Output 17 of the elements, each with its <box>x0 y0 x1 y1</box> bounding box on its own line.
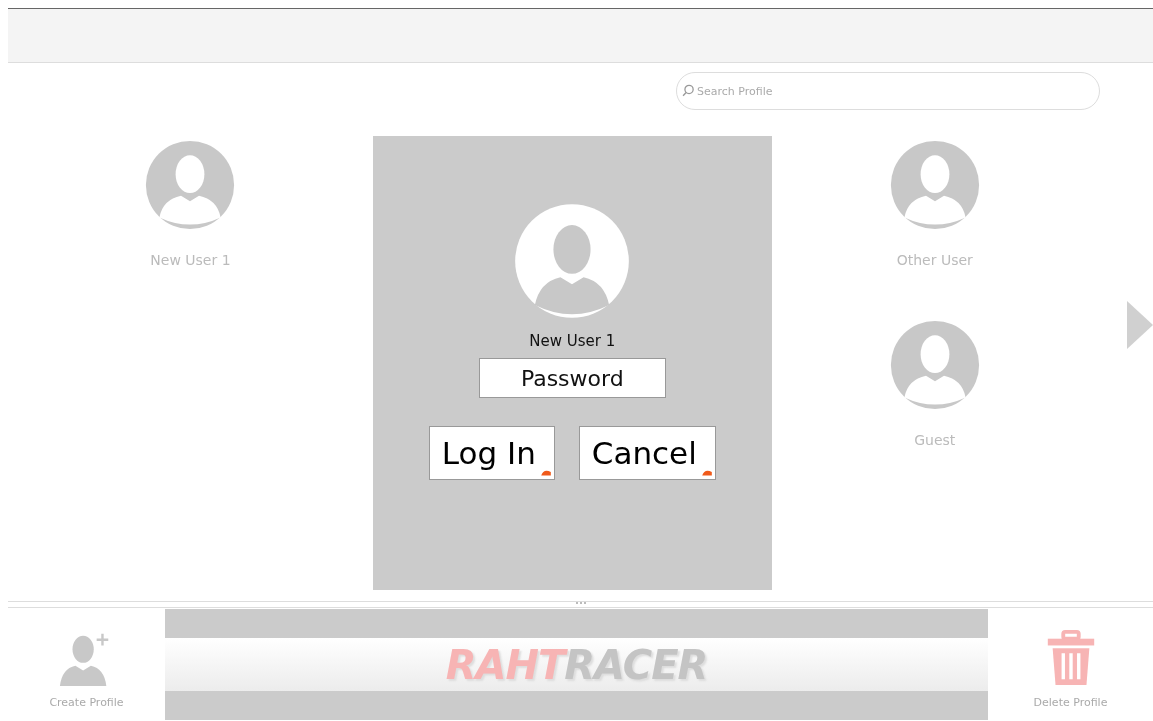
search-icon <box>682 84 695 97</box>
avatar-icon <box>889 140 980 230</box>
dialog-button[interactable]: Log In <box>428 426 555 480</box>
profile-name[interactable]: Guest <box>914 432 956 448</box>
splitter-handle-icon[interactable] <box>575 602 586 604</box>
user-name: New User 1 <box>529 332 616 350</box>
profile-name[interactable]: Other User <box>896 252 973 268</box>
dialog-button[interactable]: Cancel <box>578 426 716 480</box>
next-arrow-icon[interactable] <box>1127 300 1153 349</box>
create-profile-button[interactable]: Create Profile <box>8 608 165 721</box>
search-field[interactable]: Search Profile <box>676 72 1100 110</box>
password-field[interactable]: Password <box>478 358 666 398</box>
profile-name[interactable]: New User 1 <box>150 252 231 268</box>
avatar-icon <box>889 320 980 410</box>
avatar-icon <box>145 140 236 230</box>
avatar-icon <box>514 203 631 319</box>
delete-profile-button[interactable]: Delete Profile <box>988 608 1153 721</box>
